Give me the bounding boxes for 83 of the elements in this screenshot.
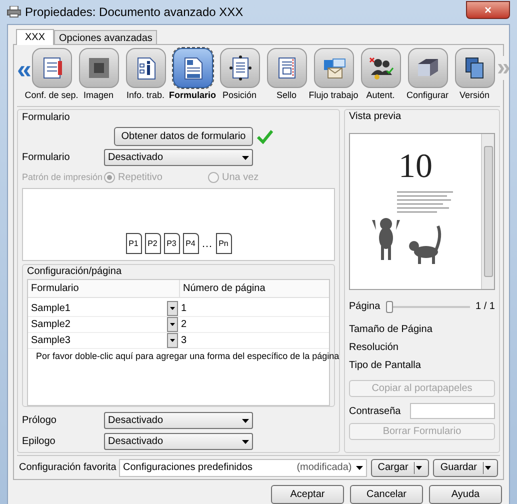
- field-label: Formulario: [22, 151, 71, 165]
- tab[interactable]: Opciones avanzadas: [54, 30, 158, 44]
- page-icon: P2: [144, 233, 160, 254]
- toolbar-label: Versión: [459, 89, 490, 102]
- radio-label: Una vez: [222, 171, 259, 185]
- table-cell-text: 2: [180, 318, 187, 332]
- table-cell-text: Sample1: [30, 302, 72, 316]
- page-icon: [226, 55, 252, 81]
- password-field[interactable]: [410, 403, 495, 419]
- caret-icon: [356, 466, 363, 470]
- toolbar-button[interactable]: [220, 48, 260, 88]
- toolbar-label: Flujo trabajo: [308, 89, 358, 102]
- caret-icon: [170, 307, 175, 310]
- field-label: Epilogo: [22, 435, 56, 449]
- column-header[interactable]: Formulario: [28, 280, 180, 297]
- caret-icon: [242, 156, 249, 160]
- ellipsis-text: …: [202, 236, 212, 252]
- column-header[interactable]: Número de página: [180, 280, 329, 297]
- info-label: Resolución: [349, 341, 400, 352]
- toolbar-label: Formulario: [169, 89, 216, 102]
- field-label: Página: [349, 300, 380, 314]
- caret-icon: [414, 462, 422, 474]
- page-icon: P4: [182, 233, 198, 254]
- page-icon: Pn: [216, 233, 232, 254]
- toolbar-label: Imagen: [83, 89, 114, 102]
- dropdown-button[interactable]: [167, 333, 178, 348]
- toolbar-label: Conf. de sep.: [24, 89, 78, 102]
- toolbar-button[interactable]: [360, 48, 400, 88]
- toolbar-label: Sello: [276, 89, 296, 102]
- group-title: Vista previa: [349, 110, 402, 124]
- table-cell-text: Sample2: [30, 318, 72, 332]
- caret-icon: [483, 462, 491, 474]
- caret-icon: [170, 339, 175, 342]
- toolbar-button[interactable]: [408, 48, 448, 88]
- field-label: Patrón de impresión: [22, 170, 104, 184]
- toolbar-button[interactable]: [78, 48, 118, 88]
- field-label: Configuración favorita: [19, 461, 115, 475]
- toolbar-label: Autent.: [366, 89, 395, 102]
- field-label: Prólogo: [22, 414, 58, 428]
- caret-icon: [242, 440, 249, 444]
- toolbar-label: Configurar: [406, 89, 449, 102]
- favorites-dropdown[interactable]: Configuraciones predefinidos (modificada): [119, 458, 367, 476]
- caret-icon: [242, 418, 249, 422]
- dialog-button[interactable]: Cancelar: [350, 484, 423, 504]
- caret-icon: [170, 323, 175, 326]
- dropdown-button[interactable]: [167, 301, 178, 316]
- toolbar-button[interactable]: [126, 48, 166, 88]
- window-title: Propiedades: Documento avanzado XXX: [25, 4, 244, 21]
- toolbar-button[interactable]: [172, 48, 212, 88]
- check-icon: [256, 130, 273, 144]
- toolbar-button[interactable]: [454, 48, 494, 88]
- dropdown[interactable]: Desactivado: [104, 433, 253, 450]
- table-cell-text: 1: [180, 302, 187, 316]
- page-icon: P3: [164, 233, 180, 254]
- scrollbar[interactable]: [481, 134, 494, 289]
- dropdown[interactable]: Desactivado: [104, 412, 253, 429]
- page-icon: P1: [126, 233, 142, 254]
- previous-arrow[interactable]: «: [17, 56, 29, 82]
- dropdown-button[interactable]: [167, 317, 178, 332]
- load-button[interactable]: Cargar: [370, 458, 430, 476]
- toolbar-label: Posición: [222, 89, 257, 102]
- field-label: Contraseña: [349, 404, 402, 418]
- hint-text: Por favor doble-clic aquí para agregar una forma del específico de la página: [35, 350, 340, 362]
- radio-label: Repetitivo: [118, 171, 162, 185]
- people-icon: [368, 55, 394, 81]
- dialog-button[interactable]: Aceptar: [271, 484, 344, 504]
- dropdown[interactable]: Desactivado: [104, 149, 253, 166]
- fetch-button[interactable]: Obtener datos de formulario: [114, 127, 253, 146]
- save-button[interactable]: Guardar: [433, 458, 498, 476]
- table-cell-text: 3: [180, 334, 187, 348]
- group-title: Formulario: [22, 111, 71, 125]
- page-number: 10: [398, 150, 432, 184]
- dialog-button[interactable]: Ayuda: [429, 484, 502, 504]
- page-reading: 1 / 1: [476, 300, 495, 314]
- toolbar-button[interactable]: [32, 48, 72, 88]
- toolbar-button[interactable]: [266, 48, 306, 88]
- toolbar-label: Info. trab.: [126, 89, 165, 102]
- table-cell-text: Sample3: [30, 334, 72, 348]
- info-label: Tipo de Pantalla: [349, 359, 422, 370]
- tab[interactable]: XXX: [16, 29, 54, 45]
- group-title: Configuración/página: [27, 265, 123, 279]
- info-label: Tamaño de Página: [349, 323, 434, 334]
- page-slider[interactable]: [386, 300, 470, 312]
